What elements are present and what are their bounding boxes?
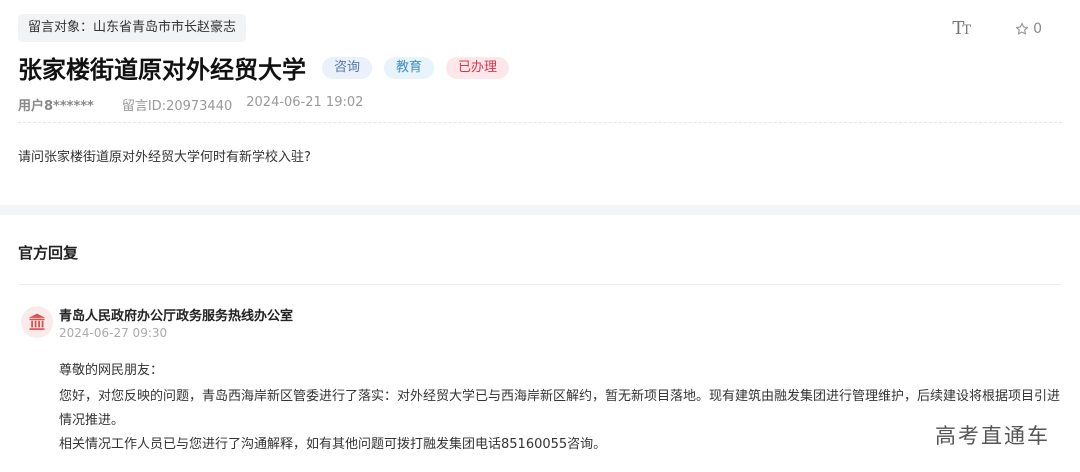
message-datetime: 2024-06-21 19:02 [246,95,364,110]
government-building-icon [28,313,46,330]
toolbar: TT 0 [952,18,1042,39]
font-size-button[interactable]: TT [952,18,971,39]
recipient-tag: 留言对象：山东省青岛市市长赵豪志 [18,14,247,42]
reply-datetime: 2024-06-27 09:30 [59,326,168,340]
reply-office-name: 青岛人民政府办公厅政务服务热线办公室 [59,309,294,324]
message-id: 留言ID:20973440 [121,99,233,114]
message-detail-page: 留言对象：山东省青岛市市长赵豪志 TT 0 张家楼街道原对外经贸大学 咨询 教育… [0,0,1080,472]
divider [18,284,1062,285]
font-size-icon-small: T [962,23,971,38]
status-badge: 已办理 [446,56,510,79]
title-row: 张家楼街道原对外经贸大学 咨询 教育 已办理 [18,50,510,85]
message-meta: 用户8****** 留言ID:20973440 2024-06-21 19:02 [18,95,363,114]
reply-section-heading: 官方回复 [18,244,79,262]
section-separator [0,205,1080,215]
page-title: 张家楼街道原对外经贸大学 [18,56,306,84]
star-icon [1015,22,1029,35]
watermark-text: 高考直通车 [931,420,1054,450]
avatar [21,306,53,338]
divider [18,122,1062,123]
reply-content: 尊敬的网民朋友： 您好，对您反映的问题，青岛西海岸新区管委进行了落实：对外经贸大… [59,359,1064,457]
tag-consult: 咨询 [322,56,373,79]
tag-education: 教育 [384,56,435,79]
favorite-count: 0 [1033,20,1042,37]
reply-paragraph: 相关情况工作人员已与您进行了沟通解释，如有其他问题可拨打融发集团电话851600… [59,437,607,452]
font-size-icon-large: T [952,18,964,39]
reply-paragraph: 您好，对您反映的问题，青岛西海岸新区管委进行了落实：对外经贸大学已与西海岸新区解… [59,389,1061,428]
tag-list: 咨询 教育 已办理 [322,56,510,79]
reply-greeting: 尊敬的网民朋友： [59,363,164,378]
favorite-button[interactable]: 0 [1015,21,1042,37]
user-name: 用户8****** [18,99,94,114]
message-content: 请问张家楼街道原对外经贸大学何时有新学校入驻? [18,150,311,165]
